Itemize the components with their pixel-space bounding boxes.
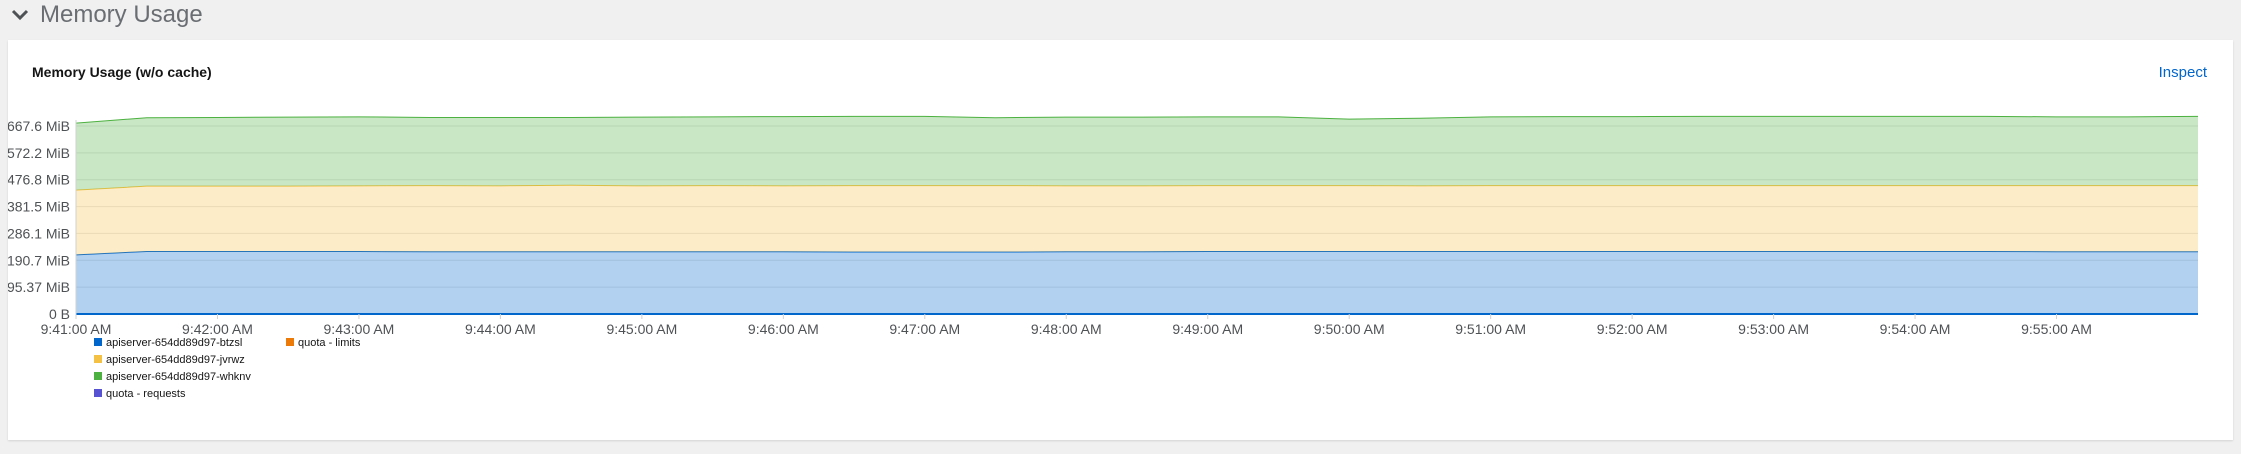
legend-swatch[interactable] [94, 389, 102, 397]
x-tick-label: 9:51:00 AM [1455, 321, 1526, 337]
x-tick-label: 9:55:00 AM [2021, 321, 2092, 337]
section-header[interactable]: Memory Usage [10, 0, 203, 30]
legend-swatch[interactable] [94, 338, 102, 346]
y-tick-label: 381.5 MiB [8, 199, 70, 215]
x-tick-label: 9:49:00 AM [1172, 321, 1243, 337]
y-tick-label: 286.1 MiB [8, 225, 70, 241]
memory-usage-chart: 0 B 95.37 MiB 190.7 MiB 286.1 MiB 381.5 MiB 4… [8, 115, 2199, 400]
y-tick-label: 190.7 MiB [8, 252, 70, 268]
x-tick-label: 9:48:00 AM [1031, 321, 1102, 337]
y-tick-label: 572.2 MiB [8, 145, 70, 161]
chevron-down-icon[interactable] [10, 5, 30, 25]
legend-label[interactable]: apiserver-654dd89d97-whknv [106, 371, 251, 383]
section-title: Memory Usage [40, 1, 203, 28]
y-tick-label: 0 B [49, 306, 70, 322]
memory-usage-card: Memory Usage (w/o cache) Inspect 0 B 95.3… [8, 40, 2233, 440]
x-tick-label: 9:47:00 AM [889, 321, 960, 337]
x-tick-label: 9:53:00 AM [1738, 321, 1809, 337]
x-tick-label: 9:50:00 AM [1314, 321, 1385, 337]
area-apiserver-654dd89d97-whknv [76, 116, 2198, 191]
legend-label[interactable]: apiserver-654dd89d97-jvrwz [106, 354, 245, 366]
legend-label[interactable]: quota - limits [298, 337, 361, 349]
y-tick-label: 667.6 MiB [8, 118, 70, 134]
x-tick-label: 9:45:00 AM [606, 321, 677, 337]
x-tick-label: 9:42:00 AM [182, 321, 253, 337]
x-tick-label: 9:43:00 AM [324, 321, 395, 337]
x-tick-label: 9:41:00 AM [41, 321, 112, 337]
x-tick-label: 9:54:00 AM [1880, 321, 1951, 337]
legend-swatch[interactable] [286, 338, 294, 346]
legend-swatch[interactable] [94, 355, 102, 363]
x-tick-label: 9:46:00 AM [748, 321, 819, 337]
legend-label[interactable]: quota - requests [106, 388, 186, 400]
x-tick-label: 9:44:00 AM [465, 321, 536, 337]
legend-swatch[interactable] [94, 372, 102, 380]
area-apiserver-654dd89d97-jvrwz [76, 185, 2198, 255]
y-tick-label: 476.8 MiB [8, 172, 70, 188]
x-tick-label: 9:52:00 AM [1597, 321, 1668, 337]
legend-label[interactable]: apiserver-654dd89d97-btzsl [106, 337, 242, 349]
y-tick-label: 95.37 MiB [8, 279, 70, 295]
area-apiserver-654dd89d97-btzsl [76, 251, 2198, 314]
